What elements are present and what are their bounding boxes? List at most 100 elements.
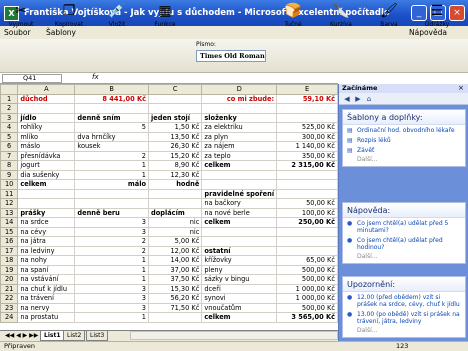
row-header[interactable]: 3 — [0, 112, 19, 123]
cell[interactable]: 500,00 Kč — [276, 264, 338, 275]
cell[interactable] — [201, 103, 278, 114]
cell[interactable]: 5 — [74, 122, 149, 133]
row-header[interactable]: 19 — [0, 264, 19, 275]
cell[interactable]: jogurt — [17, 160, 76, 171]
cell[interactable]: 1 000,00 Kč — [276, 293, 338, 304]
cut-button[interactable]: ✂ Vyjmout — [0, 2, 42, 33]
cell[interactable]: 13,50 Kč — [147, 131, 203, 142]
cell[interactable]: nic — [147, 226, 203, 237]
row-header[interactable]: 22 — [0, 293, 19, 304]
cell[interactable]: ostatní — [201, 245, 278, 256]
cell[interactable]: denně sním — [74, 112, 149, 123]
row-header[interactable]: 9 — [0, 169, 19, 180]
cell[interactable] — [276, 188, 338, 199]
cell[interactable] — [276, 169, 338, 180]
row-header[interactable]: 4 — [0, 122, 19, 133]
cell[interactable]: 2 — [74, 245, 149, 256]
bold-button[interactable]: 🍞 Tučné — [272, 2, 314, 33]
pane-link[interactable]: ● Co jsem chtěl(a) udělat před 5 minutami… — [343, 218, 465, 235]
cell[interactable]: pravidelné spoření — [201, 188, 278, 199]
cell[interactable]: doplácím — [147, 207, 203, 218]
cell[interactable]: co mi zbude: — [201, 93, 278, 104]
cell[interactable] — [276, 103, 338, 114]
more-link[interactable]: Další... — [343, 252, 465, 263]
cell[interactable]: 2 — [74, 150, 149, 161]
cell[interactable] — [276, 179, 338, 190]
color-button[interactable]: 🖌 Barva — [368, 2, 410, 33]
cell[interactable]: nic — [147, 217, 203, 228]
font-select[interactable]: Times Old Roman — [196, 50, 266, 62]
row-header[interactable]: 16 — [0, 236, 19, 247]
cell[interactable]: vnoučatům — [201, 302, 278, 313]
cell[interactable]: za teplo — [201, 150, 278, 161]
row-header[interactable]: 23 — [0, 302, 19, 313]
cell[interactable]: 8 441,00 Kč — [74, 93, 149, 104]
cell[interactable]: za plyn — [201, 131, 278, 142]
cell[interactable]: 250,00 Kč — [276, 217, 338, 228]
cell[interactable]: dva hrnčíky — [74, 131, 149, 142]
cell[interactable] — [276, 245, 338, 256]
cell[interactable]: na nové berle — [201, 207, 278, 218]
cell[interactable]: dceři — [201, 283, 278, 294]
function-button[interactable]: ▦ Funkce — [144, 2, 186, 33]
cell[interactable]: 26,30 Kč — [147, 141, 203, 152]
cell[interactable] — [17, 198, 76, 209]
cell[interactable]: 525,00 Kč — [276, 122, 338, 133]
cell[interactable]: 14,00 Kč — [147, 255, 203, 266]
row-header[interactable]: 6 — [0, 141, 19, 152]
pane-close-icon[interactable]: × — [458, 84, 464, 93]
cell[interactable]: křížovky — [201, 255, 278, 266]
cell[interactable]: přesnídávka — [17, 150, 76, 161]
cell[interactable]: pleny — [201, 264, 278, 275]
cell[interactable]: 2 315,00 Kč — [276, 160, 338, 171]
cell[interactable]: 1 — [74, 255, 149, 266]
cell[interactable]: složenky — [201, 112, 278, 123]
row-header[interactable]: 7 — [0, 150, 19, 161]
cell[interactable]: rohlíky — [17, 122, 76, 133]
pane-link[interactable]: ● 13.00 (po obědě) vzít si prášek na tráv… — [343, 309, 465, 326]
cell[interactable] — [276, 236, 338, 247]
column-header[interactable]: B — [74, 84, 149, 95]
tab-nav-icon[interactable]: ◀◀ ◀ ▶ ▶▶ — [2, 331, 41, 341]
cell[interactable]: 65,00 Kč — [276, 255, 338, 266]
more-link[interactable]: Další... — [343, 155, 465, 166]
cell[interactable]: 12,00 Kč — [147, 245, 203, 256]
cell[interactable]: sázky v bingu — [201, 274, 278, 285]
cell[interactable]: na prostatu — [17, 312, 76, 323]
select-all-corner[interactable] — [0, 84, 19, 95]
row-header[interactable]: 12 — [0, 198, 19, 209]
sheet-tab-3[interactable]: List3 — [86, 331, 109, 341]
row-header[interactable]: 1 — [0, 93, 19, 104]
cell[interactable]: 15,30 Kč — [147, 283, 203, 294]
cell[interactable]: na cévy — [17, 226, 76, 237]
cell[interactable]: 3 565,00 Kč — [276, 312, 338, 323]
sheet-tab-2[interactable]: List2 — [63, 331, 86, 341]
cell[interactable]: 12,30 Kč — [147, 169, 203, 180]
cell[interactable]: jeden stojí — [147, 112, 203, 123]
cell[interactable]: 1 140,00 Kč — [276, 141, 338, 152]
cell[interactable]: jídlo — [17, 112, 76, 123]
cell[interactable]: málo — [74, 179, 149, 190]
cell[interactable] — [147, 103, 203, 114]
cell[interactable]: 3 — [74, 217, 149, 228]
forward-icon[interactable]: ▶ — [353, 95, 363, 103]
cell[interactable]: prášky — [17, 207, 76, 218]
cell[interactable]: celkem — [201, 217, 278, 228]
column-header[interactable]: C — [147, 84, 203, 95]
pane-link[interactable]: ● Co jsem chtěl(a) udělat před hodinou? — [343, 235, 465, 252]
cell[interactable]: dia sušenky — [17, 169, 76, 180]
cell[interactable]: na játra — [17, 236, 76, 247]
cell[interactable]: 2 — [74, 236, 149, 247]
cell[interactable] — [201, 169, 278, 180]
cell[interactable]: celkem — [201, 312, 278, 323]
cell[interactable]: 1 000,00 Kč — [276, 283, 338, 294]
cell[interactable]: 350,00 Kč — [276, 150, 338, 161]
cell[interactable]: 5,00 Kč — [147, 236, 203, 247]
row-header[interactable]: 2 — [0, 103, 19, 114]
italic-button[interactable]: 🔪 Kurzíva — [320, 2, 362, 33]
cell[interactable] — [201, 179, 278, 190]
column-header[interactable]: E — [276, 84, 338, 95]
cell[interactable]: 3 — [74, 226, 149, 237]
pane-link[interactable]: ▤ Závěť — [343, 145, 465, 155]
cell[interactable]: 1 — [74, 274, 149, 285]
